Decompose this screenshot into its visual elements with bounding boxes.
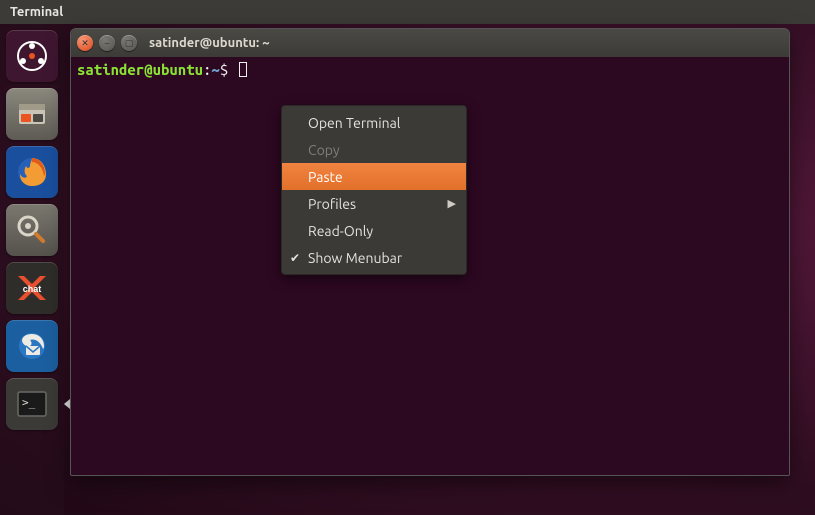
titlebar[interactable]: ✕ – ▢ satinder@ubuntu: ~ xyxy=(71,29,789,57)
chevron-right-icon: ▶ xyxy=(448,197,456,210)
window-title: satinder@ubuntu: ~ xyxy=(149,36,270,50)
xchat-icon[interactable]: chat xyxy=(6,262,58,314)
ctx-profiles[interactable]: Profiles ▶ xyxy=(282,190,466,217)
menubar: Terminal xyxy=(0,0,815,24)
prompt-userhost: satinder@ubuntu xyxy=(77,61,203,78)
close-icon[interactable]: ✕ xyxy=(77,35,93,51)
cursor-icon xyxy=(239,62,247,77)
ctx-copy: Copy xyxy=(282,136,466,163)
firefox-icon[interactable] xyxy=(6,146,58,198)
maximize-icon[interactable]: ▢ xyxy=(121,35,137,51)
ctx-open-terminal[interactable]: Open Terminal xyxy=(282,109,466,136)
ctx-read-only[interactable]: Read-Only xyxy=(282,217,466,244)
thunderbird-icon[interactable] xyxy=(6,320,58,372)
dash-icon[interactable] xyxy=(6,30,58,82)
menubar-app: Terminal xyxy=(10,5,63,19)
minimize-icon[interactable]: – xyxy=(99,35,115,51)
ctx-show-menubar[interactable]: ✔ Show Menubar xyxy=(282,244,466,271)
svg-text:>_: >_ xyxy=(22,396,36,409)
files-icon[interactable] xyxy=(6,88,58,140)
check-icon: ✔ xyxy=(290,251,300,265)
launcher: chat >_ xyxy=(0,24,64,515)
prompt-path: ~ xyxy=(211,61,219,78)
settings-icon[interactable] xyxy=(6,204,58,256)
terminal-icon[interactable]: >_ xyxy=(6,378,58,430)
ctx-paste[interactable]: Paste xyxy=(282,163,466,190)
context-menu: Open Terminal Copy Paste Profiles ▶ Read… xyxy=(281,105,467,275)
svg-text:chat: chat xyxy=(23,284,42,294)
